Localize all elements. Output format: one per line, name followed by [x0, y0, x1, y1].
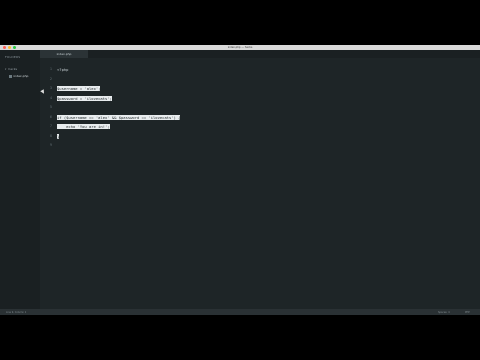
tab-bar: index.php	[40, 50, 480, 58]
line-number: 4	[49, 96, 52, 100]
minimize-window-button[interactable]	[8, 46, 11, 49]
indentation-setting[interactable]: Spaces: 4	[438, 311, 450, 314]
syntax-setting[interactable]: PHP	[465, 311, 470, 314]
tab-index-php[interactable]: index.php	[40, 50, 88, 58]
code-line: }	[57, 134, 60, 139]
folder-label: hacks	[8, 67, 18, 71]
code-line: <?php	[57, 67, 69, 72]
status-bar: Line 9, Column 1 Spaces: 4 PHP	[0, 309, 480, 315]
line-number: 6	[49, 115, 52, 119]
line-number: 2	[49, 77, 52, 81]
code-line: echo 'You are in!';	[57, 124, 110, 129]
code-line: $username = 'alex';	[57, 86, 101, 91]
sidebar-file-index[interactable]: index.php	[9, 74, 28, 78]
line-number: 7	[49, 124, 52, 128]
editor-window: index.php — hacks FOLDERS ▾ hacks index.…	[0, 45, 480, 315]
code-line: $password = 'ilovecats';	[57, 96, 112, 101]
line-number: 3	[49, 86, 52, 90]
tab-label: index.php	[56, 52, 72, 56]
cursor-position: Line 9, Column 1	[6, 310, 27, 314]
close-window-button[interactable]	[3, 46, 6, 49]
line-number: 1	[49, 67, 52, 71]
line-number: 9	[49, 143, 52, 147]
line-number: 5	[49, 105, 52, 109]
file-icon	[9, 74, 12, 78]
code-line: if ($username == 'alex' && $password == …	[57, 115, 181, 120]
file-label: index.php	[13, 74, 29, 78]
zoom-window-button[interactable]	[13, 46, 16, 49]
sidebar-header: FOLDERS	[5, 55, 21, 59]
line-number: 8	[49, 134, 52, 138]
chevron-down-icon: ▾	[5, 67, 7, 71]
code-editor[interactable]: 1 2 3 4 5 6 7 8 9 <?php $username = 'ale…	[40, 58, 480, 309]
sidebar-folder-hacks[interactable]: ▾ hacks	[5, 67, 17, 71]
sidebar: FOLDERS ▾ hacks index.php	[0, 50, 40, 309]
